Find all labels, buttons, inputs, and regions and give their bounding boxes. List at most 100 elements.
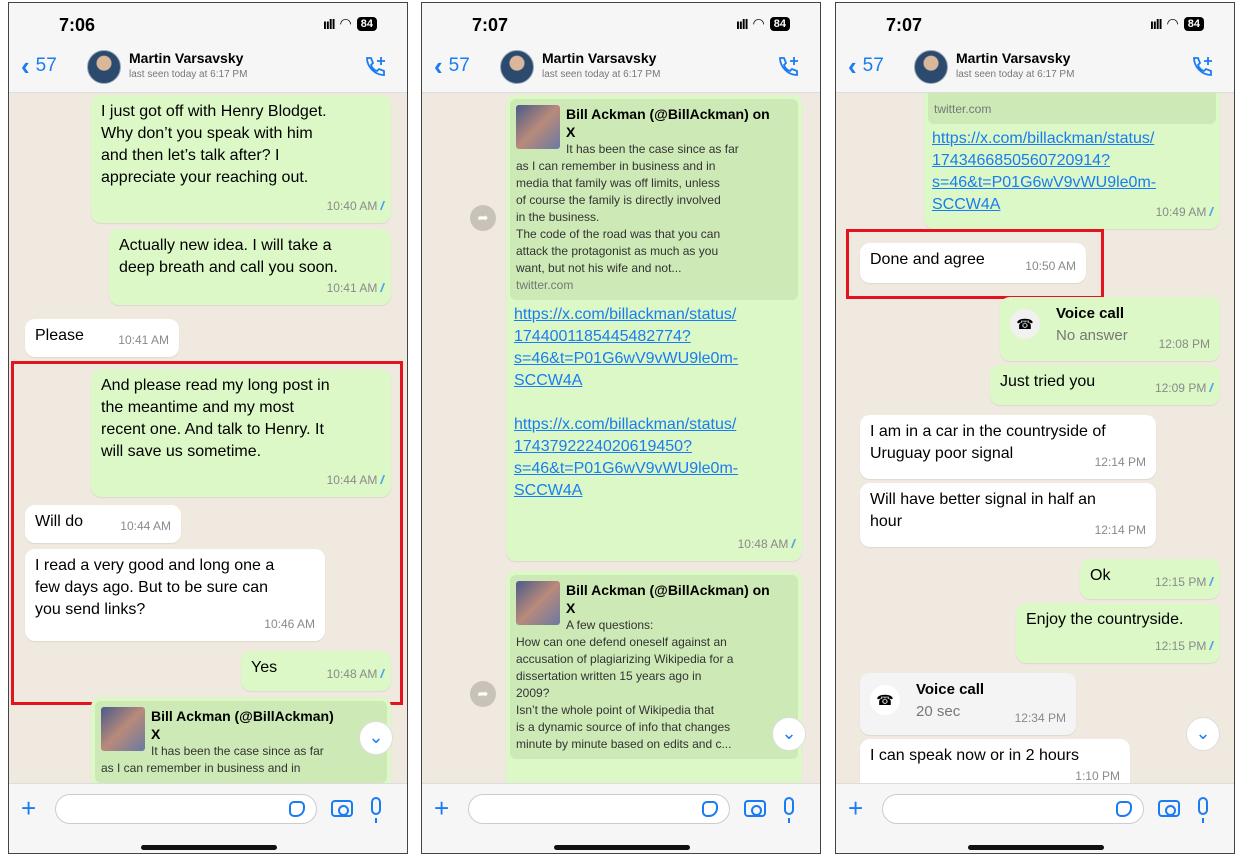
add-call-icon[interactable] bbox=[363, 55, 389, 77]
message-bubble[interactable]: Just tried you 12:09 PM// bbox=[990, 365, 1220, 405]
preview-text: 2009? bbox=[516, 686, 550, 700]
message-input[interactable] bbox=[55, 794, 317, 824]
incoming-call-icon: ☎ bbox=[870, 685, 900, 715]
message-meta: 10:44 AM bbox=[120, 515, 171, 537]
scroll-down-button[interactable]: ⌄ bbox=[1186, 717, 1220, 751]
call-title: Voice call bbox=[916, 681, 985, 698]
plus-icon[interactable]: + bbox=[21, 793, 36, 824]
message-bubble[interactable]: Actually new idea. I will take a deep br… bbox=[109, 229, 391, 305]
preview-text: dissertation written 15 years ago in bbox=[516, 669, 702, 683]
link-preview[interactable]: Bill Ackman (@BillAckman) on X A few que… bbox=[510, 575, 798, 759]
status-bar: 7:06 ııll ◠ 84 bbox=[9, 3, 407, 41]
message-line: appreciate your reaching out. bbox=[101, 169, 309, 186]
link-text[interactable]: s=46&t=P01G6wV9vWU9le0m- bbox=[514, 348, 794, 370]
scroll-down-button[interactable]: ⌄ bbox=[772, 717, 806, 751]
link-message[interactable]: Bill Ackman (@BillAckman) on X It has be… bbox=[506, 95, 802, 561]
microphone-icon[interactable] bbox=[784, 797, 794, 823]
input-bar: + bbox=[836, 783, 1234, 853]
contact-name[interactable]: Martin Varsavsky bbox=[542, 50, 656, 66]
link-text[interactable]: s=46&t=P01G6wV9vWU9le0m- bbox=[932, 172, 1212, 194]
message-line: deep breath and call you soon. bbox=[119, 259, 338, 276]
message-bubble[interactable]: And please read my long post in the mean… bbox=[91, 369, 391, 497]
add-call-icon[interactable] bbox=[1190, 55, 1216, 77]
contact-name[interactable]: Martin Varsavsky bbox=[956, 50, 1070, 66]
link-text[interactable]: 1743466850560720914? bbox=[932, 150, 1212, 172]
avatar[interactable] bbox=[500, 50, 534, 84]
message-time: 10:48 AM bbox=[326, 667, 378, 681]
scroll-down-button[interactable]: ⌄ bbox=[359, 721, 393, 755]
back-button[interactable]: ‹ 57 bbox=[21, 53, 57, 79]
link-message[interactable]: twitter.com https://x.com/billackman/sta… bbox=[924, 93, 1220, 229]
message-line: Will have better signal in half an bbox=[870, 491, 1096, 508]
plus-icon[interactable]: + bbox=[434, 793, 449, 824]
battery-icon: 84 bbox=[1183, 16, 1204, 31]
link-message[interactable]: Bill Ackman (@BillAckman) on X A few que… bbox=[506, 571, 802, 783]
message-bubble[interactable]: Done and agree 10:50 AM bbox=[860, 243, 1086, 283]
link-block[interactable]: https://x.com/billackman/status/ 1744001… bbox=[510, 300, 798, 502]
call-status: No answer bbox=[1056, 327, 1128, 344]
chat-area[interactable]: I just got off with Henry Blodget. Why d… bbox=[9, 93, 407, 783]
voice-call-bubble[interactable]: ☎ Voice call No answer 12:08 PM bbox=[1000, 297, 1220, 361]
link-message[interactable]: Bill Ackman (@BillAckman) X It has been … bbox=[91, 697, 391, 783]
link-text[interactable]: 1743792224020619450? bbox=[514, 436, 794, 458]
message-meta: 10:40 AM// bbox=[327, 195, 383, 217]
link-text[interactable]: https://x.com/billackman/status/ bbox=[514, 414, 794, 436]
preview-text: The code of the road was that you can bbox=[516, 227, 721, 241]
voice-call-bubble[interactable]: ☎ Voice call 20 sec 12:34 PM bbox=[860, 673, 1076, 735]
chat-area[interactable]: twitter.com https://x.com/billackman/sta… bbox=[836, 93, 1234, 783]
preview-text: minute by minute based on edits and c... bbox=[516, 737, 732, 751]
chevron-left-icon: ‹ bbox=[848, 51, 857, 81]
message-bubble[interactable]: I am in a car in the countryside of Urug… bbox=[860, 415, 1156, 479]
back-button[interactable]: ‹ 57 bbox=[434, 53, 470, 79]
status-time: 7:06 bbox=[59, 15, 96, 35]
home-indicator bbox=[141, 845, 277, 850]
missed-call-icon: ☎ bbox=[1010, 309, 1040, 339]
message-meta: 12:14 PM bbox=[1095, 451, 1146, 473]
phone-screen-1: 7:06 ııll ◠ 84 ‹ 57 Martin Varsavsky last… bbox=[8, 2, 408, 854]
message-line: I am in a car in the countryside of bbox=[870, 423, 1106, 440]
camera-icon[interactable] bbox=[744, 800, 766, 817]
system-icons: ııll ◠ 84 bbox=[323, 15, 377, 32]
message-input[interactable] bbox=[882, 794, 1144, 824]
message-bubble[interactable]: Will have better signal in half an hour … bbox=[860, 483, 1156, 547]
message-input[interactable] bbox=[468, 794, 730, 824]
plus-icon[interactable]: + bbox=[848, 793, 863, 824]
link-text[interactable]: https://x.com/billackman/status/ bbox=[932, 128, 1212, 150]
contact-name[interactable]: Martin Varsavsky bbox=[129, 50, 243, 66]
add-call-icon[interactable] bbox=[776, 55, 802, 77]
back-button[interactable]: ‹ 57 bbox=[848, 51, 884, 81]
message-bubble[interactable]: Ok 12:15 PM// bbox=[1080, 559, 1220, 599]
message-line: and then let’s talk after? I bbox=[101, 147, 280, 164]
message-bubble[interactable]: I can speak now or in 2 hours 1:10 PM bbox=[860, 739, 1130, 783]
camera-icon[interactable] bbox=[1158, 800, 1180, 817]
chat-area[interactable]: ➦ Bill Ackman (@BillAckman) on X It has … bbox=[422, 93, 820, 783]
forward-icon[interactable]: ➦ bbox=[470, 681, 496, 707]
chat-header: ‹ 57 Martin Varsavsky last seen today at … bbox=[422, 41, 820, 93]
avatar[interactable] bbox=[914, 50, 948, 84]
message-bubble[interactable]: I read a very good and long one a few da… bbox=[25, 549, 325, 641]
message-line: few days ago. But to be sure can bbox=[35, 579, 269, 596]
message-bubble[interactable]: Please 10:41 AM bbox=[25, 319, 179, 357]
message-bubble[interactable]: Will do 10:44 AM bbox=[25, 505, 181, 543]
message-meta: 12:08 PM bbox=[1159, 333, 1210, 355]
link-preview[interactable]: twitter.com bbox=[928, 93, 1216, 124]
microphone-icon[interactable] bbox=[371, 797, 381, 823]
link-text[interactable]: 1744001185445482774? bbox=[514, 326, 794, 348]
message-bubble[interactable]: I just got off with Henry Blodget. Why d… bbox=[91, 95, 391, 223]
message-text: I can speak now or in 2 hours bbox=[870, 747, 1080, 764]
link-preview[interactable]: Bill Ackman (@BillAckman) X It has been … bbox=[95, 701, 387, 783]
link-text[interactable]: https://x.com/billackman/status/ bbox=[514, 304, 794, 326]
avatar[interactable] bbox=[87, 50, 121, 84]
message-bubble[interactable]: Yes 10:48 AM// bbox=[241, 651, 391, 691]
forward-icon[interactable]: ➦ bbox=[470, 205, 496, 231]
preview-text: as I can remember in business and in bbox=[516, 159, 716, 173]
link-text[interactable]: s=46&t=P01G6wV9vWU9le0m- bbox=[514, 458, 794, 480]
microphone-icon[interactable] bbox=[1198, 797, 1208, 823]
preview-thumbnail bbox=[101, 707, 145, 751]
preview-thumbnail bbox=[516, 105, 560, 149]
message-bubble[interactable]: Enjoy the countryside. 12:15 PM// bbox=[1016, 603, 1220, 663]
link-text[interactable]: SCCW4A bbox=[514, 480, 794, 502]
link-text[interactable]: SCCW4A bbox=[514, 370, 794, 392]
camera-icon[interactable] bbox=[331, 800, 353, 817]
link-preview[interactable]: Bill Ackman (@BillAckman) on X It has be… bbox=[510, 99, 798, 300]
